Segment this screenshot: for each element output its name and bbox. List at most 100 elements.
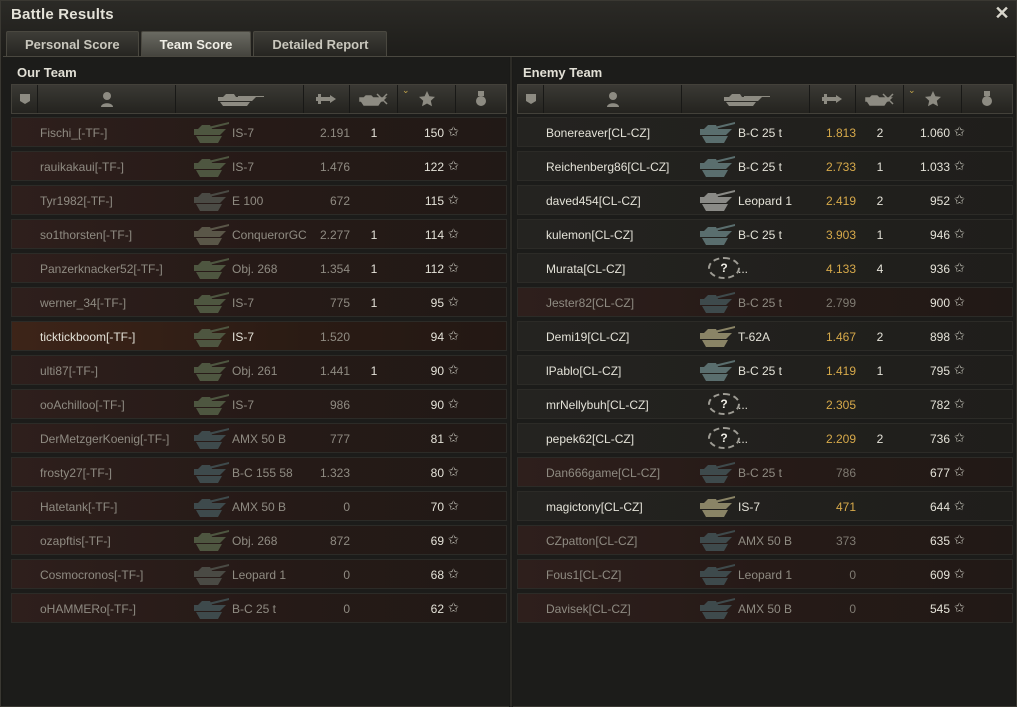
experience-column-header[interactable]: ⌄ (904, 85, 962, 113)
experience-value: 936 (929, 262, 950, 276)
star-icon: ✩ (448, 498, 459, 513)
tab-team-score[interactable]: Team Score (140, 31, 252, 56)
vehicle-icon (700, 496, 735, 517)
player-icon (100, 92, 113, 107)
player-name: pepek62[CL-CZ] (546, 432, 635, 446)
player-row[interactable]: Fous1[CL-CZ] Leopard 1 0 609 ✩ (517, 559, 1013, 589)
player-name: Demi19[CL-CZ] (546, 330, 630, 344)
our-team-header: ⌄ (11, 84, 507, 114)
vehicle-icon (700, 292, 735, 313)
star-icon: ✩ (448, 226, 459, 241)
player-row[interactable]: pepek62[CL-CZ]?... 2.209 2 736 ✩ (517, 423, 1013, 453)
player-name: oHAMMERo[-TF-] (40, 602, 136, 616)
player-row[interactable]: ooAchilloo[-TF-] IS-7 986 90 ✩ (11, 389, 507, 419)
vehicle-name: ... (738, 398, 749, 412)
medals-column-header[interactable] (962, 85, 1012, 113)
player-name: Tyr1982[-TF-] (40, 194, 113, 208)
vehicle-icon (700, 122, 735, 143)
kills-value: 1 (370, 364, 378, 378)
player-row[interactable]: Hatetank[-TF-] AMX 50 B 0 70 ✩ (11, 491, 507, 521)
player-row[interactable]: kulemon[CL-CZ] B-C 25 t 3.903 1 946 ✩ (517, 219, 1013, 249)
player-row[interactable]: Davisek[CL-CZ] AMX 50 B 0 545 ✩ (517, 593, 1013, 623)
damage-value: 775 (329, 296, 350, 310)
kills-column-header[interactable] (350, 85, 398, 113)
player-row[interactable]: ulti87[-TF-] Obj. 261 1.441 1 90 ✩ (11, 355, 507, 385)
player-row[interactable]: mrNellybuh[CL-CZ]?... 2.305 782 ✩ (517, 389, 1013, 419)
player-row[interactable]: magictony[CL-CZ] IS-7 471 644 ✩ (517, 491, 1013, 521)
experience-value: 900 (929, 296, 950, 310)
player-row[interactable]: Murata[CL-CZ]?... 4.133 4 936 ✩ (517, 253, 1013, 283)
medals-column-header[interactable] (456, 85, 506, 113)
vehicle-icon (700, 190, 735, 211)
experience-value: 795 (929, 364, 950, 378)
player-row[interactable]: Cosmocronos[-TF-] Leopard 1 0 68 ✩ (11, 559, 507, 589)
tab-detailed-report[interactable]: Detailed Report (253, 31, 388, 56)
player-column-header[interactable] (38, 85, 176, 113)
vehicle-name: B-C 25 t (738, 126, 783, 140)
close-icon[interactable]: ✕ (992, 3, 1012, 23)
player-icon (606, 92, 619, 107)
enemy-team-rows: Bonereaver[CL-CZ] B-C 25 t 1.813 2 1.060 ✩ Rei… (517, 117, 1013, 627)
kills-value: 1 (370, 262, 378, 276)
player-name: Cosmocronos[-TF-] (40, 568, 144, 582)
player-row[interactable]: ozapftis[-TF-] Obj. 268 872 69 ✩ (11, 525, 507, 555)
damage-column-header[interactable] (810, 85, 856, 113)
kills-value: 4 (876, 262, 884, 276)
damage-value: 872 (329, 534, 350, 548)
player-row[interactable]: frosty27[-TF-] B-C 155 58 1.323 80 ✩ (11, 457, 507, 487)
vehicle-icon (700, 360, 735, 381)
star-icon: ✩ (448, 260, 459, 275)
experience-value: 609 (929, 568, 950, 582)
vehicle-icon (194, 122, 229, 143)
player-row[interactable]: DerMetzgerKoenig[-TF-] AMX 50 B 777 81 ✩ (11, 423, 507, 453)
squad-column-header[interactable] (518, 85, 544, 113)
experience-value: 112 (424, 262, 444, 276)
vehicle-column-header[interactable] (682, 85, 810, 113)
player-row[interactable]: ticktickboom[-TF-] IS-7 1.520 94 ✩ (11, 321, 507, 351)
player-name: Dan666game[CL-CZ] (546, 466, 661, 480)
kills-value: 2 (876, 330, 884, 344)
experience-value: 898 (929, 330, 950, 344)
player-column-header[interactable] (544, 85, 682, 113)
player-row[interactable]: oHAMMERo[-TF-] B-C 25 t 0 62 ✩ (11, 593, 507, 623)
player-row[interactable]: daved454[CL-CZ] Leopard 1 2.419 2 952 ✩ (517, 185, 1013, 215)
player-row[interactable]: Reichenberg86[CL-CZ] B-C 25 t 2.733 1 1.033 ✩ (517, 151, 1013, 181)
player-row[interactable]: Dan666game[CL-CZ] B-C 25 t 786 677 ✩ (517, 457, 1013, 487)
kills-value: 1 (370, 126, 378, 140)
vehicle-icon (194, 326, 229, 347)
tab-personal-score[interactable]: Personal Score (6, 31, 139, 56)
player-name: ooAchilloo[-TF-] (40, 398, 125, 412)
star-icon: ✩ (954, 124, 965, 139)
player-name: daved454[CL-CZ] (546, 194, 641, 208)
vehicle-name: B-C 25 t (738, 160, 783, 174)
squad-column-header[interactable] (12, 85, 38, 113)
vehicle-name: IS-7 (232, 330, 255, 344)
kills-value: 2 (876, 126, 884, 140)
damage-column-header[interactable] (304, 85, 350, 113)
player-row[interactable]: lPablo[CL-CZ] B-C 25 t 1.419 1 795 ✩ (517, 355, 1013, 385)
player-name: Bonereaver[CL-CZ] (546, 126, 651, 140)
player-row[interactable]: so1thorsten[-TF-] ConquerorGC 2.277 1 114 ✩ (11, 219, 507, 249)
kills-value: 2 (876, 432, 884, 446)
vehicle-icon (194, 598, 229, 619)
player-row[interactable]: werner_34[-TF-] IS-7 775 1 95 ✩ (11, 287, 507, 317)
vehicle-column-header[interactable] (176, 85, 304, 113)
player-row[interactable]: Jester82[CL-CZ] B-C 25 t 2.799 900 ✩ (517, 287, 1013, 317)
vehicle-name: IS-7 (738, 500, 761, 514)
player-row[interactable]: Bonereaver[CL-CZ] B-C 25 t 1.813 2 1.060 ✩ (517, 117, 1013, 147)
player-row[interactable]: rauikakaui[-TF-] IS-7 1.476 122 ✩ (11, 151, 507, 181)
player-row[interactable]: CZpatton[CL-CZ] AMX 50 B 373 635 ✩ (517, 525, 1013, 555)
enemy-team-header: ⌄ (517, 84, 1013, 114)
vehicle-name: B-C 25 t (738, 364, 783, 378)
star-icon: ✩ (448, 600, 459, 615)
tab-bar: Personal Score Team Score Detailed Repor… (6, 31, 388, 56)
player-row[interactable]: Demi19[CL-CZ] T-62A 1.467 2 898 ✩ (517, 321, 1013, 351)
player-name: CZpatton[CL-CZ] (546, 534, 638, 548)
player-row[interactable]: Fischi_[-TF-] IS-7 2.191 1 150 ✩ (11, 117, 507, 147)
medal-icon (476, 91, 486, 106)
player-row[interactable]: Panzerknacker52[-TF-] Obj. 268 1.354 1 112 ✩ (11, 253, 507, 283)
kills-column-header[interactable] (856, 85, 904, 113)
experience-column-header[interactable]: ⌄ (398, 85, 456, 113)
player-row[interactable]: Tyr1982[-TF-] E 100 672 115 ✩ (11, 185, 507, 215)
star-icon: ✩ (448, 566, 459, 581)
